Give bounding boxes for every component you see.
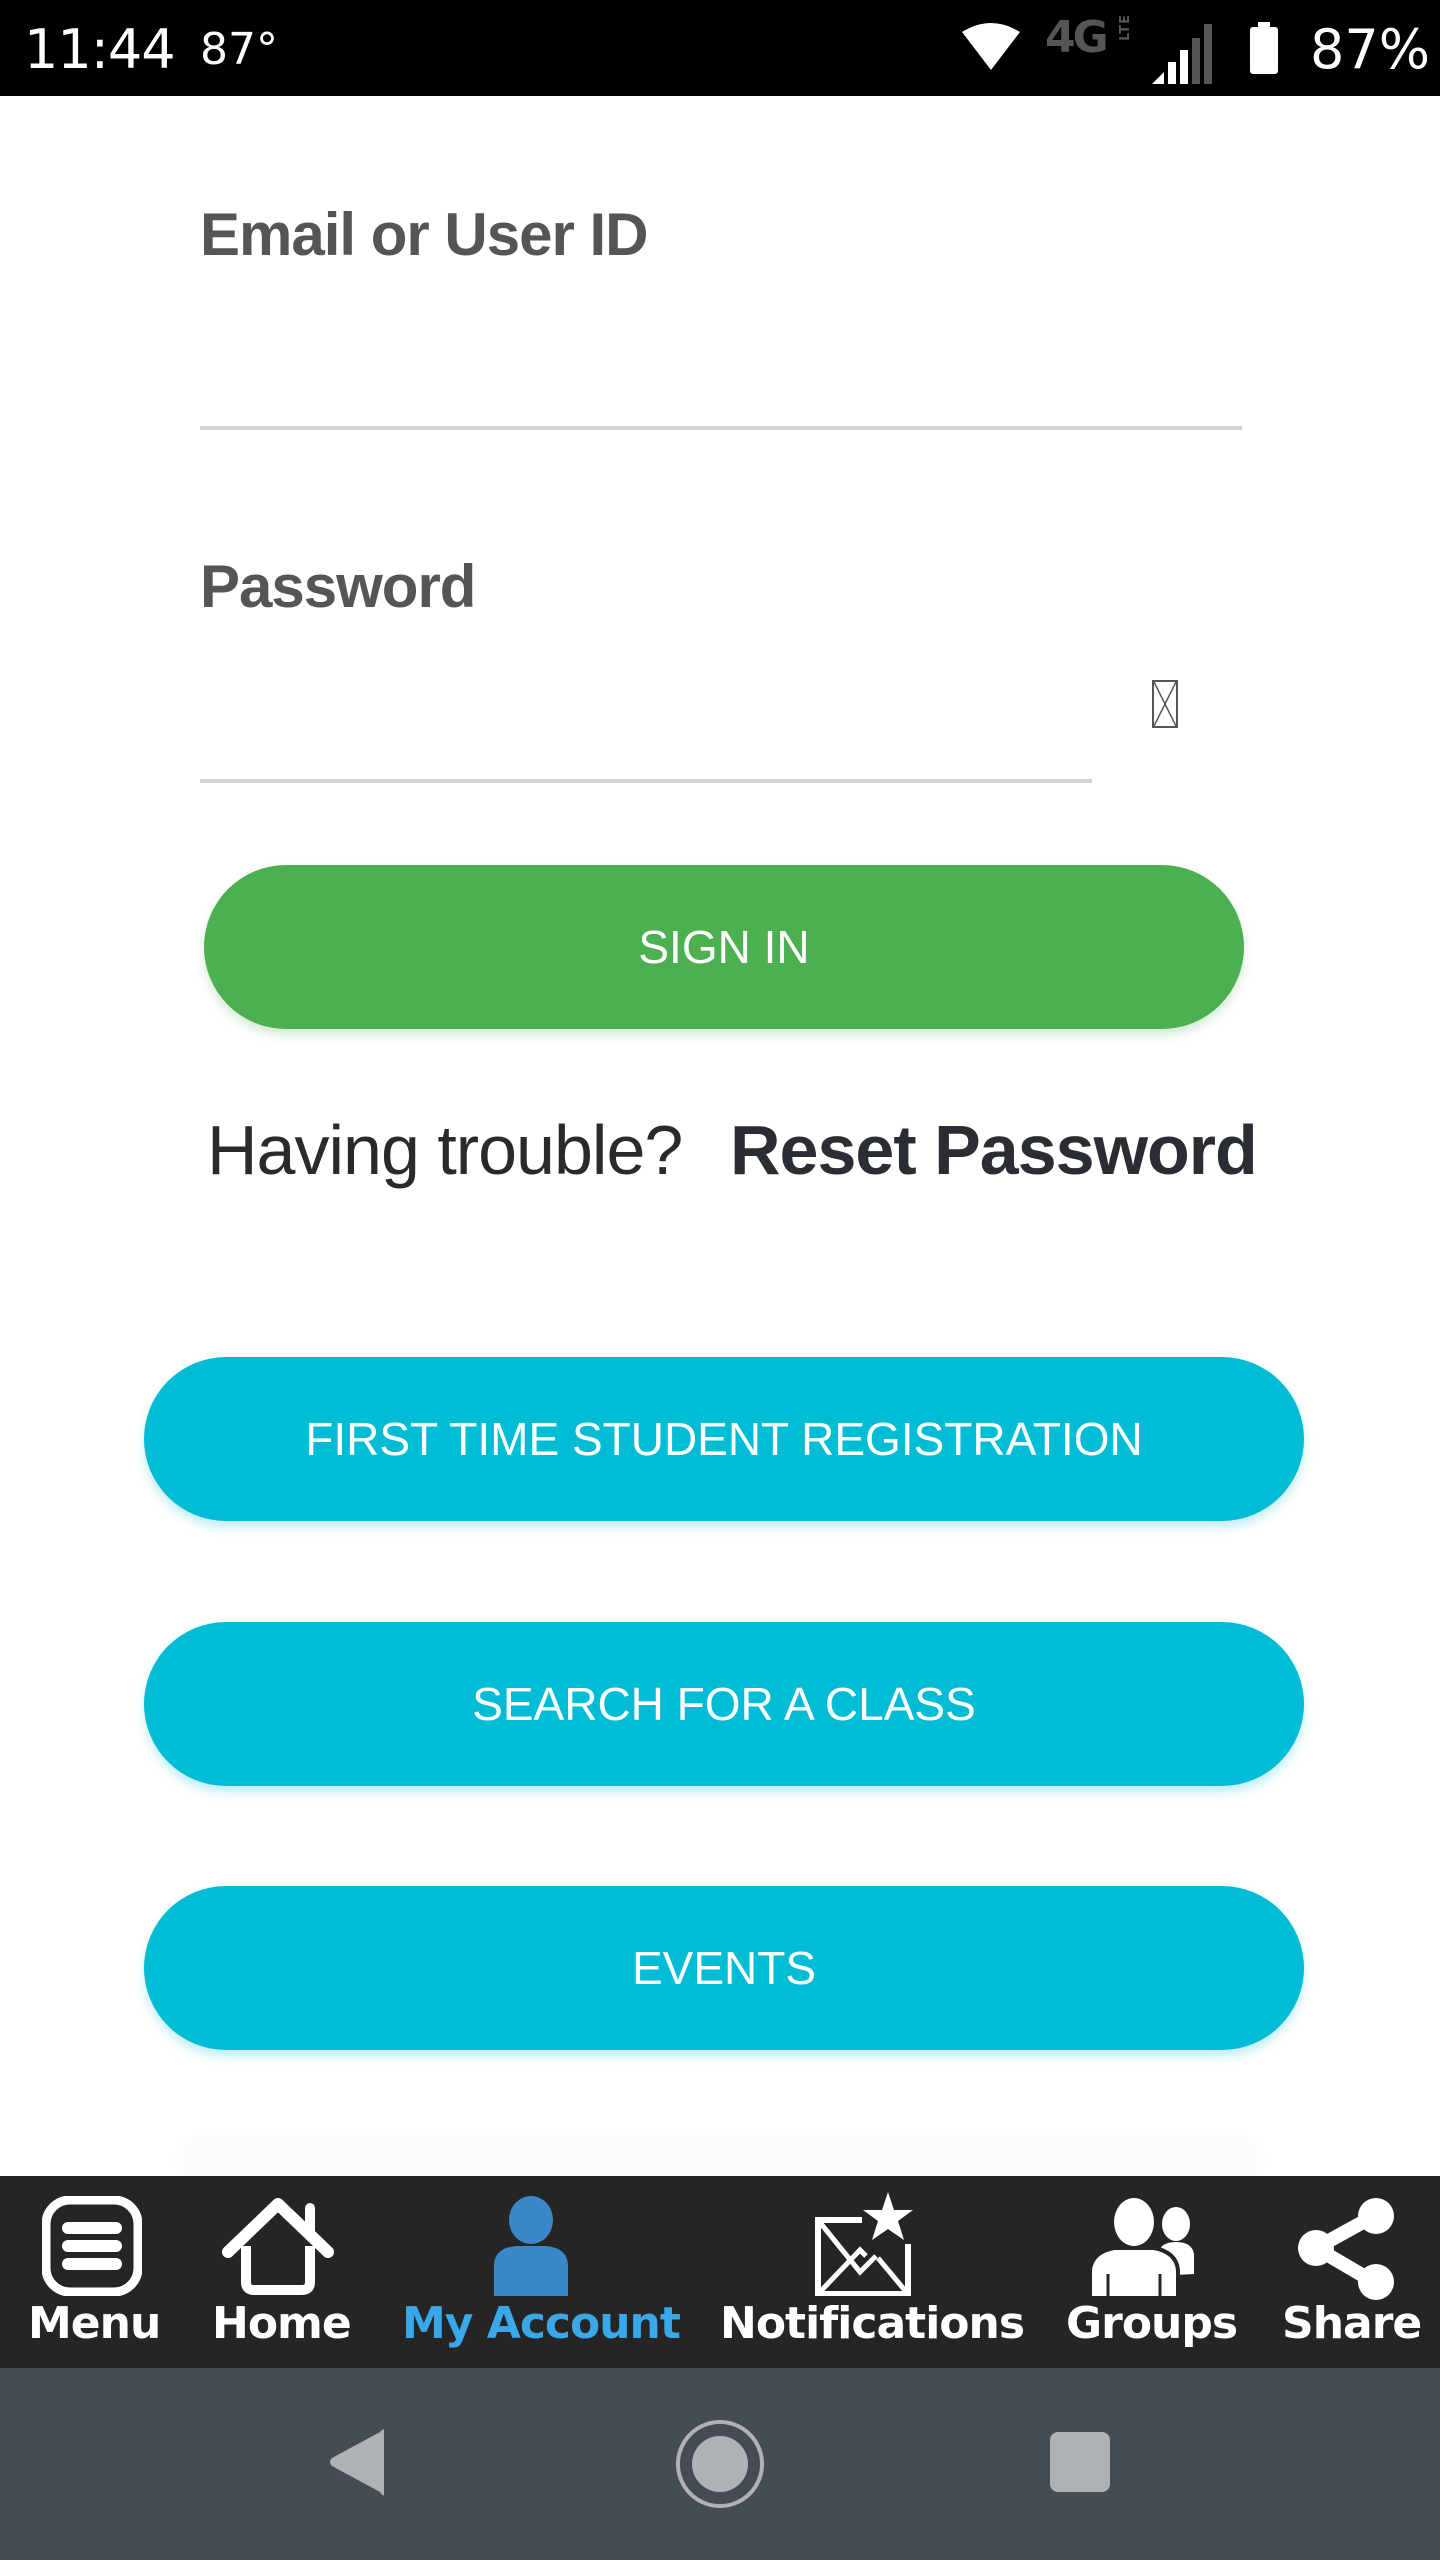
- sign-in-button[interactable]: SIGN IN: [204, 865, 1244, 1029]
- system-navigation-bar: [0, 2368, 1440, 2560]
- status-time: 11:44: [24, 18, 176, 81]
- nav-label-groups: Groups: [1066, 2298, 1238, 2349]
- email-field[interactable]: [200, 360, 1242, 430]
- groups-icon: [1088, 2196, 1208, 2305]
- home-icon: [218, 2196, 338, 2301]
- nav-item-menu[interactable]: Menu: [0, 2176, 186, 2368]
- wifi-icon: [960, 22, 1022, 75]
- recents-icon[interactable]: [1048, 2430, 1112, 2499]
- nav-label-notifications: Notifications: [720, 2298, 1025, 2349]
- password-label: Password: [200, 553, 476, 620]
- status-temperature: 87°: [200, 24, 278, 75]
- notifications-icon: [812, 2192, 922, 2301]
- nav-item-home[interactable]: Home: [200, 2176, 360, 2368]
- partially-hidden-button: [180, 2138, 1260, 2178]
- home-circle-icon[interactable]: [674, 2418, 766, 2515]
- status-bar: 11:44 87° 4G LTE 87%: [0, 0, 1440, 96]
- nav-label-menu: Menu: [28, 2298, 161, 2349]
- nav-label-home: Home: [212, 2298, 352, 2349]
- nav-label-share: Share: [1282, 2298, 1422, 2349]
- student-registration-button[interactable]: FIRST TIME STUDENT REGISTRATION: [144, 1357, 1304, 1521]
- battery-percent: 87%: [1310, 18, 1431, 81]
- password-field[interactable]: [200, 713, 1092, 783]
- nav-label-my-account: My Account: [402, 2298, 681, 2349]
- nav-item-groups[interactable]: Groups: [1052, 2176, 1242, 2368]
- battery-icon: [1248, 22, 1280, 79]
- account-icon: [486, 2196, 576, 2305]
- nav-item-my-account[interactable]: My Account: [396, 2176, 681, 2368]
- signal-icon: [1150, 20, 1214, 89]
- search-class-button[interactable]: SEARCH FOR A CLASS: [144, 1622, 1304, 1786]
- password-visibility-toggle-icon[interactable]: [1152, 680, 1178, 728]
- lte-icon: LTE: [1118, 14, 1133, 41]
- bottom-nav: Menu Home My Account Notifications Group…: [0, 2176, 1440, 2368]
- network-type: 4G: [1045, 12, 1109, 63]
- back-icon[interactable]: [326, 2428, 388, 2501]
- trouble-text: Having trouble?: [207, 1111, 683, 1189]
- reset-password-link[interactable]: Reset Password: [730, 1110, 1258, 1190]
- email-label: Email or User ID: [200, 201, 649, 268]
- nav-item-share[interactable]: Share: [1270, 2176, 1440, 2368]
- share-icon: [1292, 2196, 1402, 2305]
- menu-icon: [41, 2195, 143, 2301]
- nav-item-notifications[interactable]: Notifications: [712, 2176, 1025, 2368]
- events-button[interactable]: EVENTS: [144, 1886, 1304, 2050]
